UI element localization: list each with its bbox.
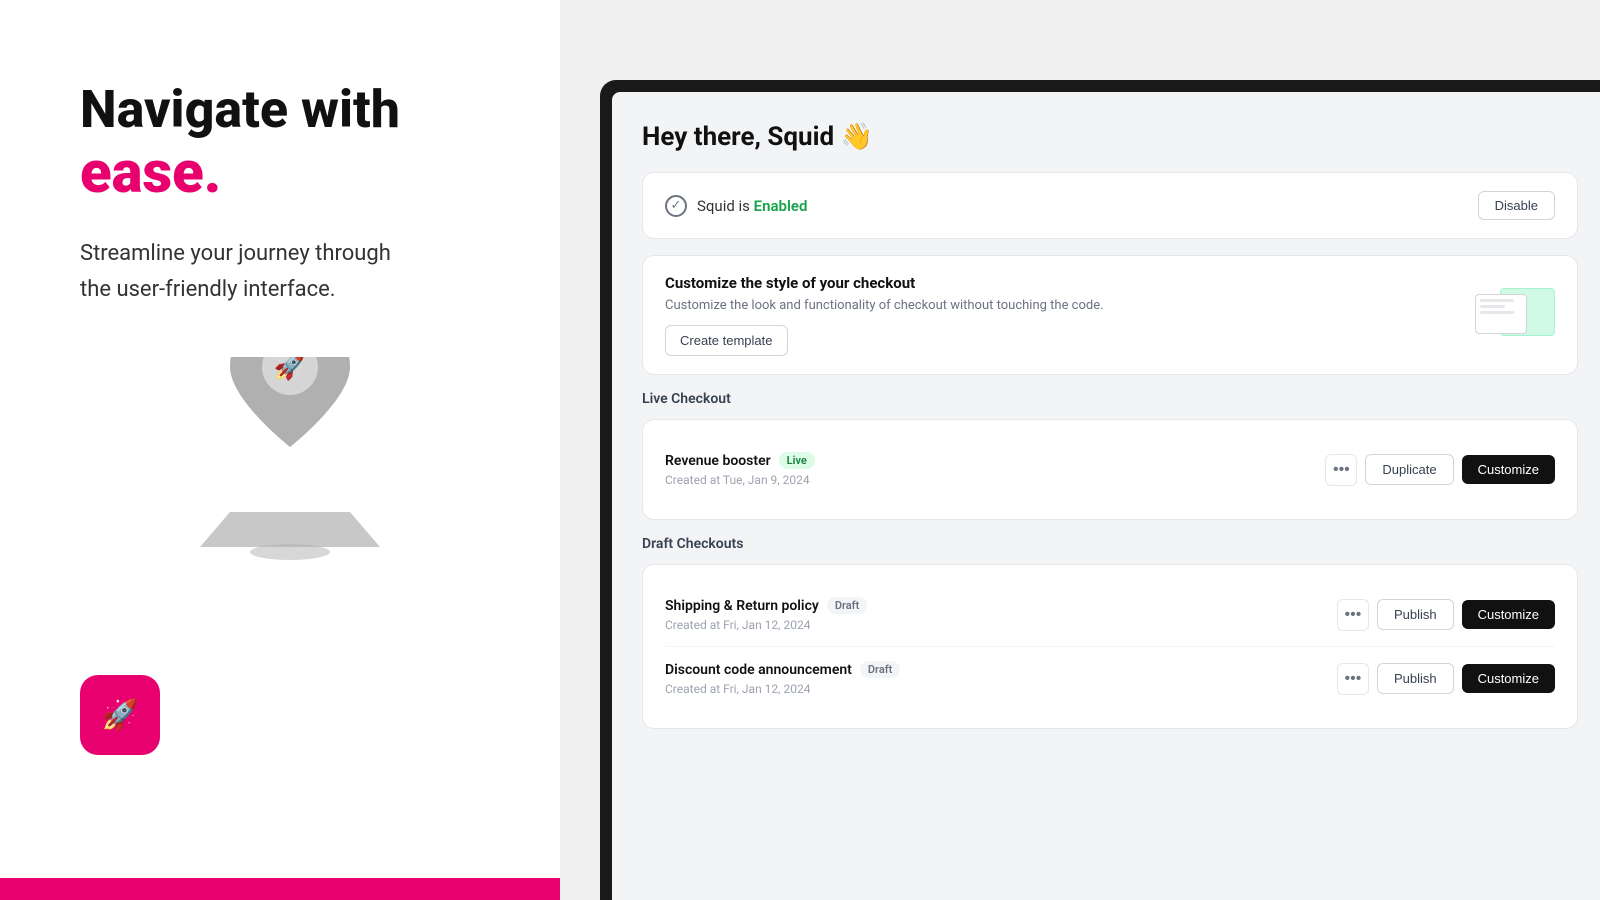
status-value: Enabled bbox=[754, 197, 808, 215]
status-card: ✓ Squid is Enabled Disable bbox=[642, 172, 1578, 239]
draft-badge-0: Draft bbox=[827, 597, 867, 614]
laptop-screen: Hey there, Squid 👋 ✓ Squid is Enabled Di… bbox=[612, 92, 1600, 900]
draft-checkout-info-1: Discount code announcement Draft Created… bbox=[665, 661, 900, 696]
status-text: Squid is Enabled bbox=[697, 197, 807, 215]
greeting: Hey there, Squid 👋 bbox=[642, 122, 1578, 152]
live-checkout-created: Created at Tue, Jan 9, 2024 bbox=[665, 473, 815, 487]
laptop-frame: Hey there, Squid 👋 ✓ Squid is Enabled Di… bbox=[600, 80, 1600, 900]
status-label: Squid is bbox=[697, 197, 750, 215]
draft-row-actions-0: ••• Publish Customize bbox=[1337, 599, 1555, 631]
draft-customize-button-0[interactable]: Customize bbox=[1462, 600, 1555, 629]
subtitle-line1: Streamline your journey through bbox=[80, 241, 391, 266]
publish-button-1[interactable]: Publish bbox=[1377, 663, 1454, 694]
disable-button[interactable]: Disable bbox=[1478, 191, 1555, 220]
live-row-actions: ••• Duplicate Customize bbox=[1325, 454, 1555, 486]
subtitle-line2: the user-friendly interface. bbox=[80, 277, 336, 302]
live-section-label: Live Checkout bbox=[642, 391, 1578, 407]
svg-text:🚀: 🚀 bbox=[101, 697, 138, 733]
live-checkout-name: Revenue booster Live bbox=[665, 452, 815, 469]
map-illustration: 🚀 bbox=[80, 357, 500, 567]
draft-badge-1: Draft bbox=[860, 661, 900, 678]
more-dots-icon-0: ••• bbox=[1345, 606, 1362, 624]
check-icon: ✓ bbox=[665, 195, 687, 217]
draft-checkout-created-0: Created at Fri, Jan 12, 2024 bbox=[665, 618, 867, 632]
right-panel: Hey there, Squid 👋 ✓ Squid is Enabled Di… bbox=[560, 0, 1600, 900]
customize-style-card: Customize the style of your checkout Cus… bbox=[642, 255, 1578, 375]
preview-line-3 bbox=[1480, 311, 1514, 314]
draft-section-label: Draft Checkouts bbox=[642, 536, 1578, 552]
live-checkout-row-0: Revenue booster Live Created at Tue, Jan… bbox=[665, 438, 1555, 501]
draft-checkout-created-1: Created at Fri, Jan 12, 2024 bbox=[665, 682, 900, 696]
status-left: ✓ Squid is Enabled bbox=[665, 195, 807, 217]
rocket-icon: 🚀 bbox=[96, 691, 144, 739]
live-checkout-info: Revenue booster Live Created at Tue, Jan… bbox=[665, 452, 815, 487]
draft-more-button-0[interactable]: ••• bbox=[1337, 599, 1369, 631]
headline-line1: Navigate with bbox=[80, 79, 400, 140]
draft-checkout-info-0: Shipping & Return policy Draft Created a… bbox=[665, 597, 867, 632]
duplicate-button[interactable]: Duplicate bbox=[1365, 454, 1453, 485]
bottom-bar bbox=[0, 878, 560, 900]
draft-checkout-name-1: Discount code announcement Draft bbox=[665, 661, 900, 678]
subtitle: Streamline your journey through the user… bbox=[80, 236, 500, 306]
live-badge: Live bbox=[779, 452, 815, 469]
draft-checkout-name-0: Shipping & Return policy Draft bbox=[665, 597, 867, 614]
live-more-button[interactable]: ••• bbox=[1325, 454, 1357, 486]
draft-checkouts-card: Shipping & Return policy Draft Created a… bbox=[642, 564, 1578, 729]
app-icon: 🚀 bbox=[80, 675, 160, 755]
map-svg: 🚀 bbox=[180, 357, 400, 567]
more-dots-icon-1: ••• bbox=[1345, 670, 1362, 688]
publish-button-0[interactable]: Publish bbox=[1377, 599, 1454, 630]
live-customize-button[interactable]: Customize bbox=[1462, 455, 1555, 484]
create-template-button[interactable]: Create template bbox=[665, 325, 788, 356]
more-dots-icon: ••• bbox=[1333, 461, 1350, 479]
left-panel: Navigate with ease. Streamline your jour… bbox=[0, 0, 560, 900]
draft-customize-button-1[interactable]: Customize bbox=[1462, 664, 1555, 693]
preview-line-2 bbox=[1480, 305, 1505, 308]
draft-checkout-row-1: Discount code announcement Draft Created… bbox=[665, 646, 1555, 710]
headline-pink: ease. bbox=[80, 140, 500, 207]
live-checkouts-card: Revenue booster Live Created at Tue, Jan… bbox=[642, 419, 1578, 520]
svg-text:🚀: 🚀 bbox=[274, 357, 306, 382]
headline: Navigate with ease. bbox=[80, 80, 500, 236]
template-preview bbox=[1475, 288, 1555, 343]
preview-card-front bbox=[1475, 294, 1527, 334]
draft-checkout-row-0: Shipping & Return policy Draft Created a… bbox=[665, 583, 1555, 646]
customize-title: Customize the style of your checkout bbox=[665, 274, 1104, 292]
customize-text: Customize the style of your checkout Cus… bbox=[665, 274, 1104, 356]
draft-more-button-1[interactable]: ••• bbox=[1337, 663, 1369, 695]
draft-row-actions-1: ••• Publish Customize bbox=[1337, 663, 1555, 695]
preview-line-1 bbox=[1480, 299, 1514, 302]
customize-description: Customize the look and functionality of … bbox=[665, 298, 1104, 313]
